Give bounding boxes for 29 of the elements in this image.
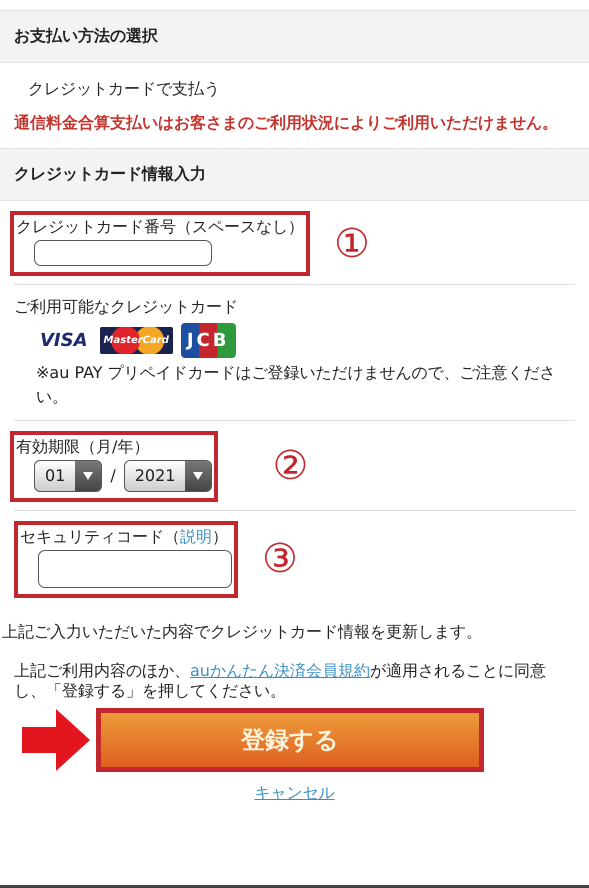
- step-marker: ①: [334, 224, 370, 264]
- separator: /: [110, 466, 116, 486]
- cancel-link[interactable]: キャンセル: [254, 782, 334, 802]
- terms-text: 上記ご利用内容のほか、auかんたん決済会員規約が適用されることに同意し、「登録する」を押してください。: [14, 660, 547, 701]
- arrow-icon: [20, 706, 92, 773]
- caret-icon: [82, 470, 94, 481]
- input-field[interactable]: [38, 550, 232, 588]
- note-text: ※au PAY プリペイドカードはご登録いただけませんので、ご注意ください。: [36, 362, 557, 408]
- help-link[interactable]: 説明: [180, 526, 212, 546]
- month-select[interactable]: 01: [34, 460, 102, 492]
- year-select[interactable]: 2021: [124, 460, 212, 492]
- input-field[interactable]: [34, 240, 212, 266]
- warning-text: 通信料金合算支払いはお客さまのご利用状況によりご利用いただけません。: [14, 112, 559, 134]
- field-label: 有効期限（月/年）: [16, 436, 150, 458]
- field-label: ）: [212, 526, 228, 546]
- step-marker: ②: [272, 446, 308, 486]
- card-logo: VISA: [39, 329, 89, 354]
- step-marker: ③: [262, 539, 298, 580]
- info-text: 上記ご入力いただいた内容でクレジットカード情報を更新します。: [2, 622, 483, 643]
- caret-icon: [192, 470, 204, 481]
- field-label: ご利用可能なクレジットカード: [14, 297, 239, 318]
- field-label: クレジットカード番号（スペースなし）: [16, 217, 304, 238]
- field-label: セキュリティコード（: [20, 526, 180, 546]
- payment-method-label: クレジットカードで支払う: [27, 79, 221, 100]
- section-heading: クレジットカード情報入力: [0, 148, 589, 202]
- section-heading: お支払い方法の選択: [0, 10, 589, 63]
- terms-link[interactable]: auかんたん決済会員規約: [190, 660, 370, 680]
- register-button[interactable]: 登録する: [96, 708, 484, 772]
- card-logo: MasterCard: [100, 327, 173, 354]
